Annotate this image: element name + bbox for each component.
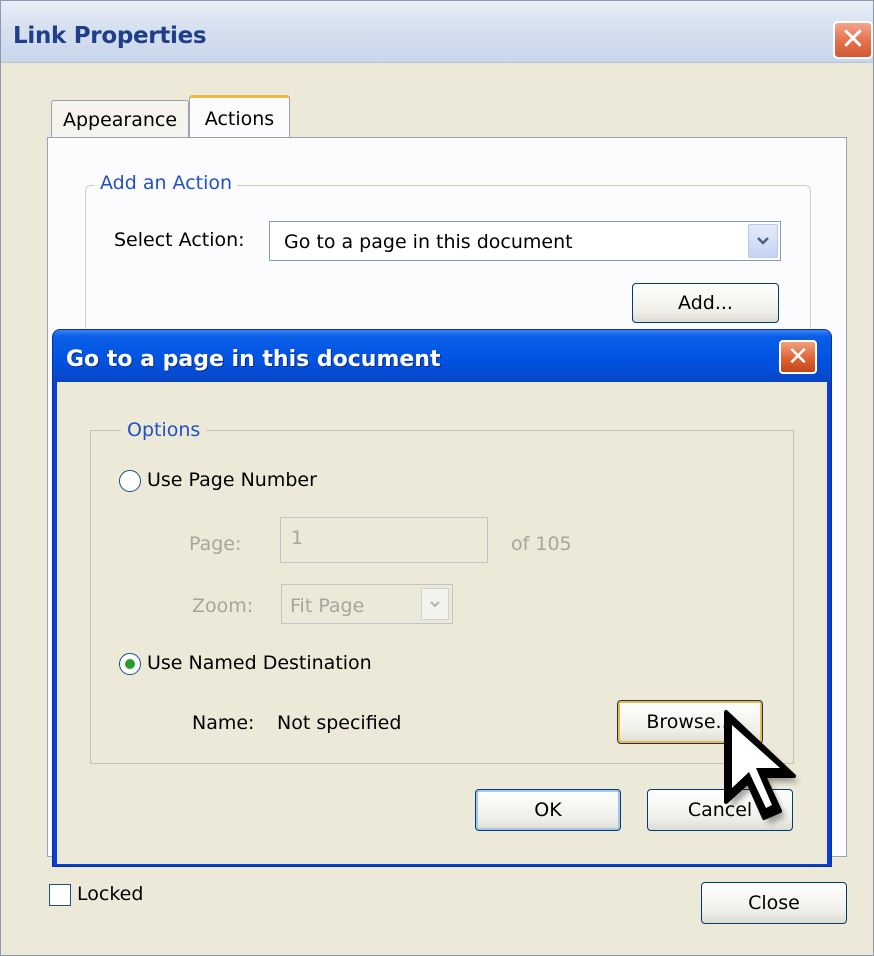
zoom-label: Zoom: — [192, 595, 254, 617]
page-label: Page: — [189, 533, 242, 555]
chevron-down-icon[interactable] — [748, 224, 778, 258]
add-action-button[interactable]: Add... — [632, 283, 779, 323]
dialog-title: Go to a page in this document — [66, 347, 441, 372]
close-dialog-button[interactable]: ✕ — [779, 340, 817, 374]
window-title: Link Properties — [13, 23, 207, 49]
use-page-number-radio[interactable] — [119, 470, 141, 492]
locked-label: Locked — [77, 883, 144, 905]
locked-checkbox[interactable] — [49, 884, 71, 906]
use-named-destination-radio[interactable] — [119, 653, 141, 675]
zoom-value: Fit Page — [290, 595, 365, 617]
close-window-button[interactable]: ✕ — [833, 21, 873, 59]
add-action-legend: Add an Action — [95, 172, 238, 194]
select-action-value: Go to a page in this document — [284, 231, 573, 253]
page-number-input[interactable]: 1 — [280, 517, 488, 563]
use-named-destination-label[interactable]: Use Named Destination — [147, 652, 372, 674]
ok-button[interactable]: OK — [475, 789, 621, 831]
dialog-body: Options Use Page Number Page: 1 of 105 Z… — [57, 382, 827, 864]
select-action-label: Select Action: — [114, 229, 245, 251]
link-properties-titlebar[interactable]: Link Properties ✕ — [1, 1, 873, 63]
chevron-down-icon[interactable] — [421, 588, 449, 620]
mouse-pointer-icon — [724, 710, 799, 824]
close-icon: ✕ — [787, 342, 809, 372]
zoom-dropdown[interactable]: Fit Page — [281, 584, 453, 624]
radio-selected-dot — [125, 659, 135, 669]
close-button[interactable]: Close — [701, 882, 847, 924]
select-action-dropdown[interactable]: Go to a page in this document — [269, 221, 781, 261]
page-count-label: of 105 — [511, 533, 572, 555]
tab-appearance[interactable]: Appearance — [51, 100, 189, 138]
options-legend: Options — [121, 419, 207, 441]
page-number-value: 1 — [291, 527, 304, 549]
name-label: Name: — [192, 712, 255, 734]
close-icon: ✕ — [840, 22, 866, 57]
name-value: Not specified — [277, 712, 402, 734]
tab-actions[interactable]: Actions — [189, 95, 290, 139]
goto-page-titlebar[interactable]: Go to a page in this document ✕ — [53, 330, 831, 382]
use-page-number-label[interactable]: Use Page Number — [147, 469, 317, 491]
